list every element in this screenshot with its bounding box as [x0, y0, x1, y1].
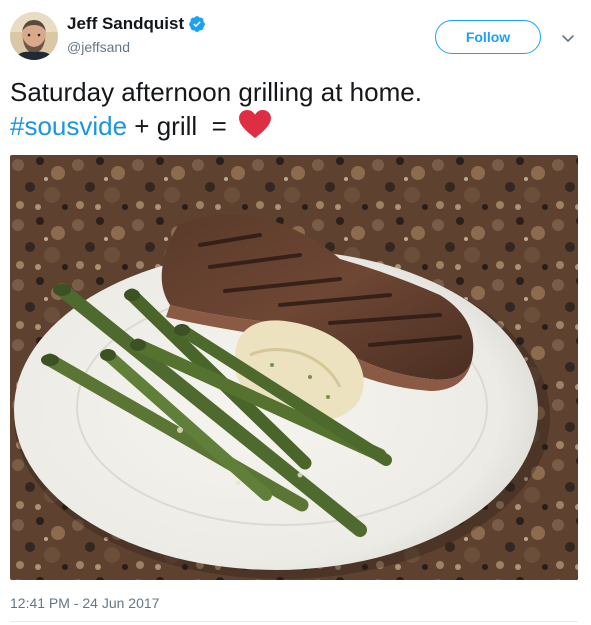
user-handle[interactable]: @jeffsand	[67, 39, 130, 55]
verified-badge-icon	[189, 16, 205, 32]
steak-dinner-image	[10, 155, 578, 580]
display-name[interactable]: Jeff Sandquist	[67, 14, 184, 34]
avatar-image	[10, 12, 58, 60]
tweet-text: Saturday afternoon grilling at home. #so…	[10, 76, 570, 143]
avatar[interactable]	[10, 12, 58, 60]
tweet-photo[interactable]	[10, 155, 578, 580]
tweet-card: Jeff Sandquist @jeffsand Follow Saturday…	[0, 0, 591, 625]
tweet-text-rest: + grill =	[127, 111, 235, 141]
follow-button[interactable]: Follow	[435, 20, 541, 54]
tweet-text-line2: #sousvide + grill =	[10, 109, 570, 143]
user-name-row[interactable]: Jeff Sandquist	[67, 14, 206, 34]
tweet-timestamp[interactable]: 12:41 PM - 24 Jun 2017	[10, 595, 159, 611]
divider	[10, 621, 578, 622]
heart-emoji-icon	[239, 109, 271, 139]
tweet-text-line1: Saturday afternoon grilling at home.	[10, 77, 422, 107]
chevron-down-icon[interactable]	[560, 30, 576, 46]
hashtag-link[interactable]: #sousvide	[10, 111, 127, 141]
